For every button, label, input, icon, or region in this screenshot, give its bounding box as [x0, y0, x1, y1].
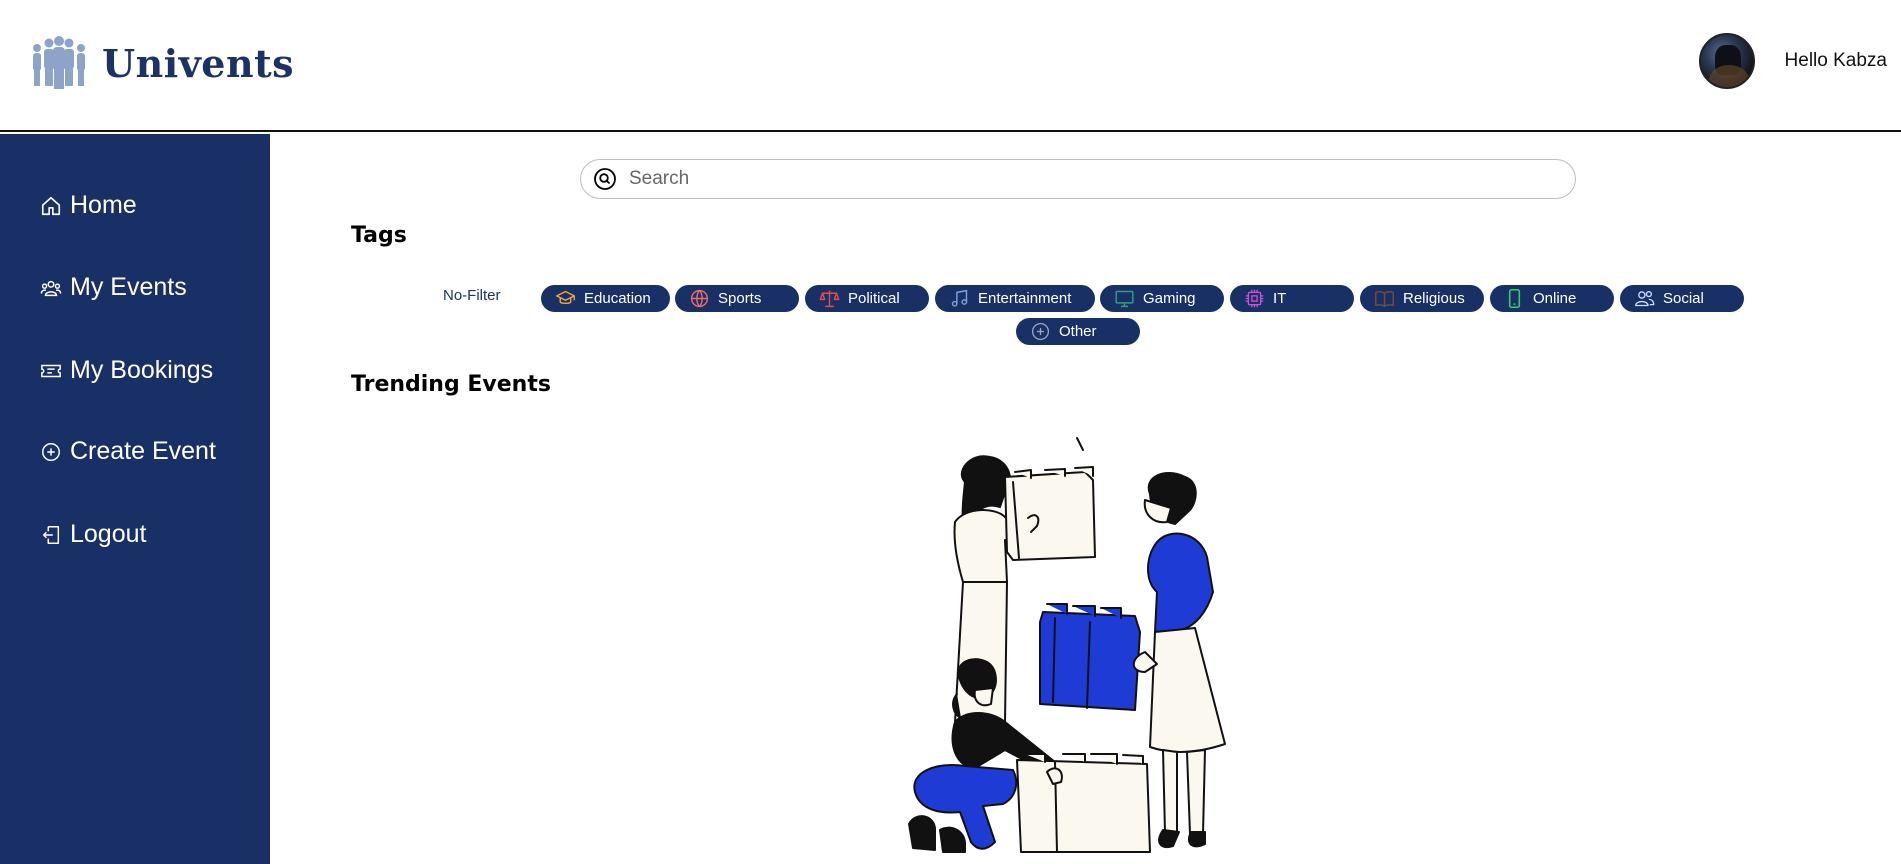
top-header: Univents Hello Kabza — [0, 0, 1901, 132]
scales-icon — [819, 290, 840, 308]
search-input[interactable] — [629, 168, 1529, 190]
sidebar-item-create-event[interactable]: Create Event — [40, 437, 216, 466]
sidebar: Home My Events My Bookings Create Event … — [0, 134, 270, 864]
sidebar-item-label: Create Event — [70, 437, 216, 465]
people-logo-icon — [33, 36, 85, 89]
sidebar-item-label: My Events — [70, 273, 187, 301]
tag-label: Online — [1533, 290, 1577, 307]
tag-religious[interactable]: Religious — [1360, 285, 1484, 312]
plus-circle-icon — [42, 442, 60, 461]
no-filter-link[interactable]: No-Filter — [443, 287, 501, 304]
tag-label: Education — [584, 290, 651, 307]
tag-label: Gaming — [1143, 290, 1196, 307]
phone-icon — [1508, 288, 1521, 309]
sidebar-item-label: Logout — [70, 520, 147, 548]
tag-label: Other — [1059, 323, 1097, 340]
tag-gaming[interactable]: Gaming — [1100, 285, 1224, 312]
brand-name: Univents — [102, 40, 295, 86]
sidebar-item-label: My Bookings — [70, 356, 214, 384]
search-bar — [580, 159, 1576, 199]
tag-label: Sports — [718, 290, 762, 307]
tag-sports[interactable]: Sports — [675, 285, 799, 312]
sidebar-item-home[interactable]: Home — [40, 191, 137, 220]
people-icon — [1635, 291, 1655, 307]
tag-political[interactable]: Political — [805, 285, 929, 312]
tag-entertainment[interactable]: Entertainment — [935, 285, 1095, 312]
ticket-icon — [41, 364, 61, 377]
graduation-cap-icon — [556, 290, 575, 305]
greeting: Hello Kabza — [1784, 50, 1887, 71]
tag-label: Social — [1663, 290, 1704, 307]
logout-icon — [42, 525, 60, 544]
brand[interactable]: Univents — [28, 36, 294, 90]
empty-state-illustration — [908, 437, 1226, 853]
tag-label: IT — [1273, 290, 1287, 307]
sidebar-item-my-bookings[interactable]: My Bookings — [40, 356, 213, 385]
sidebar-item-logout[interactable]: Logout — [40, 520, 146, 549]
tag-label: Entertainment — [978, 290, 1072, 307]
tag-label: Religious — [1403, 290, 1465, 307]
ball-icon — [690, 289, 709, 308]
tag-education[interactable]: Education — [541, 285, 670, 312]
tag-it[interactable]: IT — [1230, 285, 1354, 312]
tag-social[interactable]: Social — [1620, 285, 1744, 312]
book-icon — [1375, 291, 1394, 308]
tag-online[interactable]: Online — [1490, 285, 1614, 312]
search-icon — [594, 168, 616, 190]
tags-heading: Tags — [351, 223, 407, 248]
home-icon — [41, 196, 61, 215]
monitor-icon — [1115, 290, 1134, 308]
users-icon — [40, 280, 62, 296]
avatar[interactable] — [1698, 33, 1755, 89]
chip-icon — [1245, 289, 1264, 308]
trending-heading: Trending Events — [351, 372, 551, 397]
sidebar-item-label: Home — [70, 191, 137, 219]
tag-label: Political — [848, 290, 900, 307]
music-note-icon — [951, 289, 968, 307]
sidebar-item-my-events[interactable]: My Events — [40, 273, 187, 302]
tag-other[interactable]: Other — [1016, 318, 1140, 345]
plus-circle-icon — [1031, 322, 1050, 341]
user-area: Hello Kabza — [1698, 33, 1887, 89]
